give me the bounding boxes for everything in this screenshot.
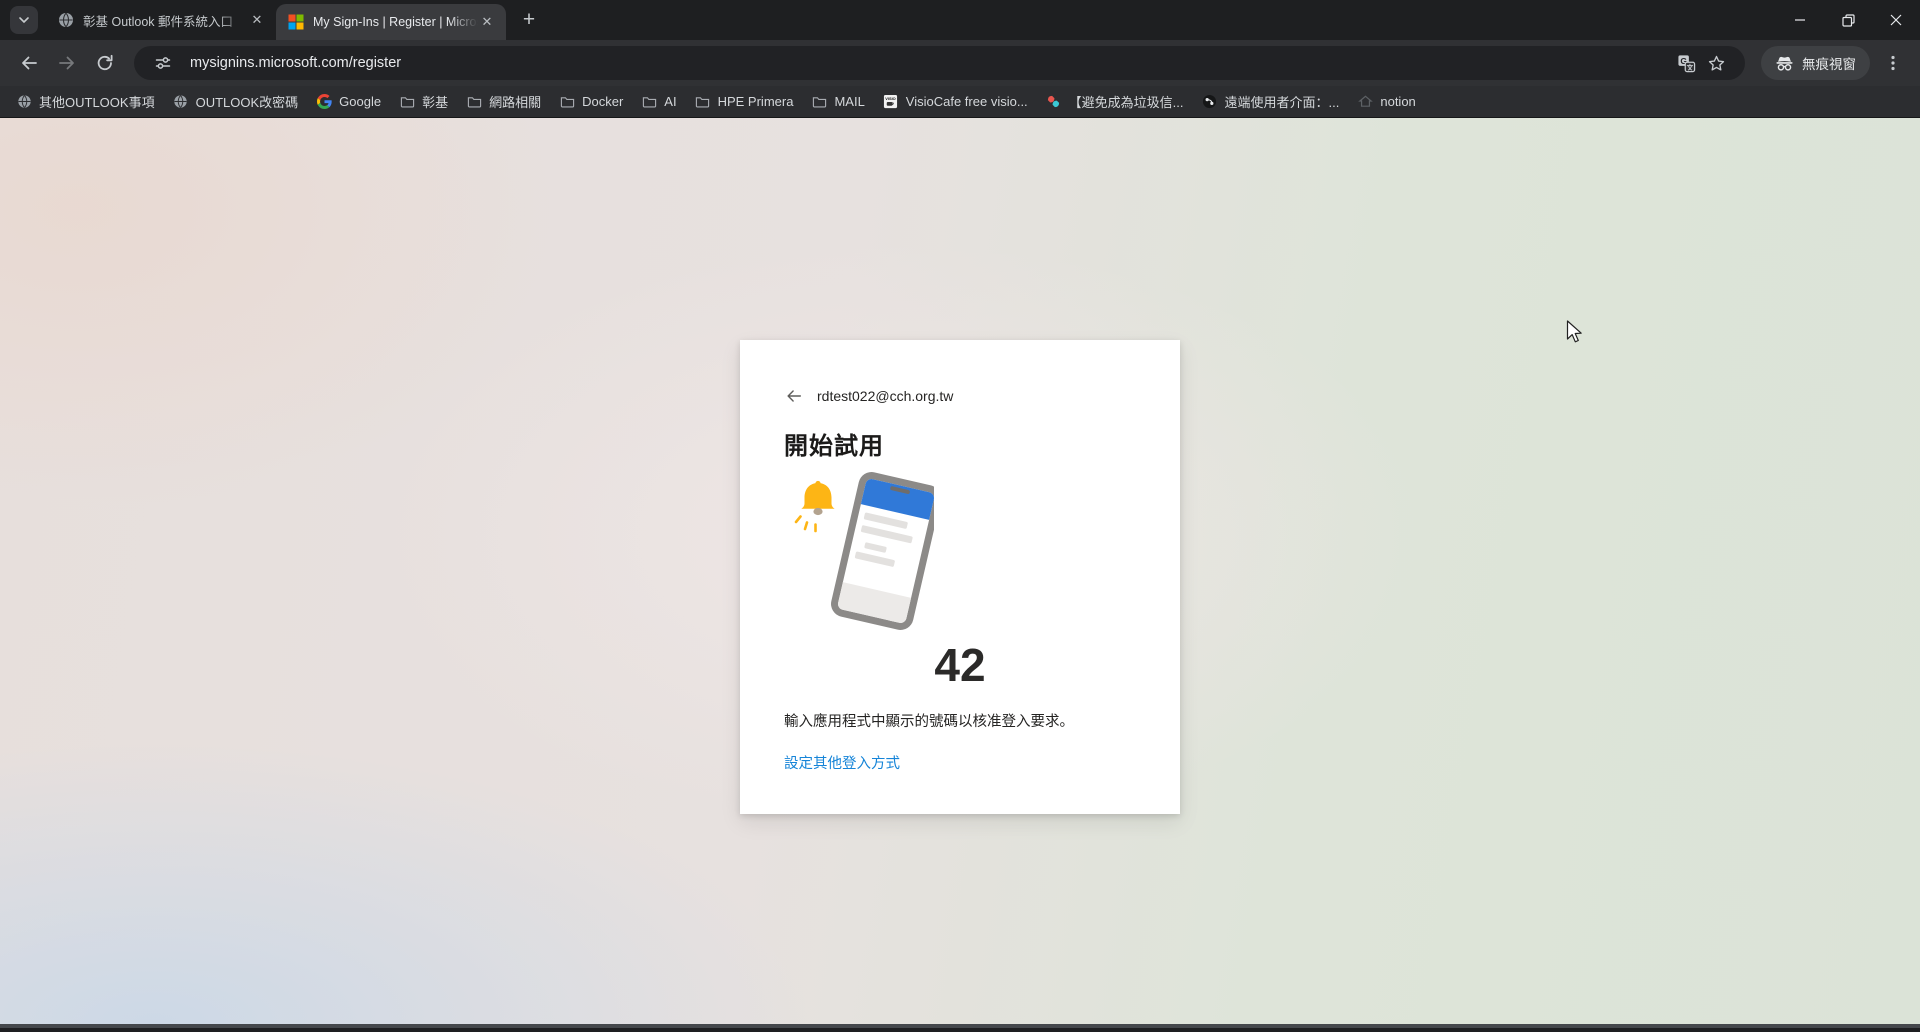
dim-favicon-icon <box>1357 94 1373 110</box>
chevron-down-icon <box>18 14 30 26</box>
globe-favicon-icon <box>58 12 74 28</box>
tune-icon <box>154 54 172 72</box>
reload-icon <box>95 53 115 73</box>
user-email: rdtest022@cch.org.tw <box>817 388 953 404</box>
bell-icon <box>796 481 835 531</box>
bookmark-label: 彰基 <box>422 92 448 111</box>
restore-icon <box>1842 14 1855 27</box>
incognito-label: 無痕視窗 <box>1802 53 1856 73</box>
bookmark-google[interactable]: Google <box>308 90 389 114</box>
globe-favicon-icon <box>16 94 32 110</box>
bookmark-notion[interactable]: notion <box>1349 90 1423 114</box>
back-arrow-icon <box>19 53 39 73</box>
folder-icon <box>466 94 482 110</box>
window-close-button[interactable] <box>1872 0 1920 40</box>
forward-arrow-icon <box>57 53 77 73</box>
window-bottom-edge <box>0 1024 1920 1028</box>
alternate-signin-link[interactable]: 設定其他登入方式 <box>784 752 900 773</box>
verification-code: 42 <box>784 638 1136 692</box>
page-viewport: rdtest022@cch.org.tw 開始試用 <box>0 118 1920 1024</box>
bookmark-folder-mail[interactable]: MAIL <box>803 90 872 114</box>
bookmark-visiocafe[interactable]: VISIO VisioCafe free visio... <box>875 90 1036 114</box>
forward-button[interactable] <box>50 46 84 80</box>
instruction-text: 輸入應用程式中顯示的號碼以核准登入要求。 <box>784 712 1136 733</box>
browser-toolbar: mysignins.microsoft.com/register G 無痕視窗 <box>0 40 1920 86</box>
minimize-icon <box>1794 14 1806 26</box>
reload-button[interactable] <box>88 46 122 80</box>
window-minimize-button[interactable] <box>1776 0 1824 40</box>
mouse-cursor <box>1566 320 1585 344</box>
tab-close-icon[interactable]: ✕ <box>248 11 266 29</box>
svg-text:VISIO: VISIO <box>886 96 896 101</box>
back-button[interactable] <box>12 46 46 80</box>
tab-title: 彰基 Outlook 郵件系統入口 <box>83 11 248 30</box>
bookmarks-bar: 其他OUTLOOK事項 OUTLOOK改密碼 Google 彰基 網路相關 <box>0 86 1920 118</box>
bookmark-label: 【避免成為垃圾信... <box>1069 92 1184 111</box>
folder-icon <box>811 94 827 110</box>
tab-title: My Sign-Ins | Register | Micros <box>313 15 478 29</box>
kebab-menu-icon <box>1884 54 1902 72</box>
signin-card: rdtest022@cch.org.tw 開始試用 <box>740 340 1180 814</box>
bookmark-folder-hpe-primera[interactable]: HPE Primera <box>687 90 802 114</box>
back-arrow-icon <box>785 387 803 405</box>
folder-icon <box>559 94 575 110</box>
incognito-icon <box>1775 54 1794 73</box>
bookmark-label: 網路相關 <box>489 92 541 111</box>
bookmark-label: 其他OUTLOOK事項 <box>39 92 155 111</box>
microsoft-logo-icon <box>288 14 304 30</box>
bookmark-remote-ui[interactable]: 遠端使用者介面：... <box>1194 90 1348 114</box>
bookmark-avoid-spam[interactable]: 【避免成為垃圾信... <box>1038 90 1192 114</box>
address-bar[interactable]: mysignins.microsoft.com/register G <box>134 46 1745 80</box>
bookmark-label: OUTLOOK改密碼 <box>196 92 299 111</box>
folder-icon <box>641 94 657 110</box>
bookmark-label: Docker <box>582 94 623 109</box>
bookmark-label: notion <box>1380 94 1415 109</box>
bookmark-label: Google <box>339 94 381 109</box>
bookmark-folder-docker[interactable]: Docker <box>551 90 631 114</box>
dark-favicon-icon <box>1202 94 1218 110</box>
bookmark-label: AI <box>664 94 676 109</box>
bookmark-outlook-password[interactable]: OUTLOOK改密碼 <box>165 90 307 114</box>
bookmark-folder-ai[interactable]: AI <box>633 90 684 114</box>
tab-my-signins[interactable]: My Sign-Ins | Register | Micros ✕ <box>276 4 506 40</box>
bookmark-label: VisioCafe free visio... <box>906 94 1028 109</box>
folder-icon <box>399 94 415 110</box>
close-icon <box>1890 14 1902 26</box>
incognito-badge[interactable]: 無痕視窗 <box>1761 46 1870 80</box>
globe-favicon-icon <box>173 94 189 110</box>
tab-search-button[interactable] <box>10 6 38 34</box>
new-tab-button[interactable]: + <box>514 5 544 35</box>
browser-menu-button[interactable] <box>1876 46 1910 80</box>
phone-notification-illustration <box>784 471 934 631</box>
bookmark-star-button[interactable] <box>1701 48 1731 78</box>
url-text[interactable]: mysignins.microsoft.com/register <box>190 55 1671 71</box>
bookmark-label: HPE Primera <box>718 94 794 109</box>
tab-strip: 彰基 Outlook 郵件系統入口 ✕ My Sign-Ins | Regist… <box>0 0 1920 40</box>
google-favicon-icon <box>316 94 332 110</box>
folder-icon <box>695 94 711 110</box>
bookmark-label: 遠端使用者介面：... <box>1225 92 1340 111</box>
tab-outlook-portal[interactable]: 彰基 Outlook 郵件系統入口 ✕ <box>46 0 276 40</box>
red-cyan-favicon-icon <box>1046 94 1062 110</box>
window-controls <box>1776 0 1920 40</box>
card-title: 開始試用 <box>784 426 1136 461</box>
site-settings-button[interactable] <box>148 48 178 78</box>
translate-button[interactable]: G <box>1671 48 1701 78</box>
star-icon <box>1707 54 1726 73</box>
bookmark-other-outlook[interactable]: 其他OUTLOOK事項 <box>8 90 163 114</box>
translate-icon: G <box>1677 54 1696 73</box>
bookmark-folder-network[interactable]: 網路相關 <box>458 90 549 114</box>
bookmark-folder-cch[interactable]: 彰基 <box>391 90 456 114</box>
visio-favicon-icon: VISIO <box>883 94 899 110</box>
card-back-button[interactable] <box>784 386 804 406</box>
bookmark-label: MAIL <box>834 94 864 109</box>
window-restore-button[interactable] <box>1824 0 1872 40</box>
tab-close-icon[interactable]: ✕ <box>478 13 496 31</box>
